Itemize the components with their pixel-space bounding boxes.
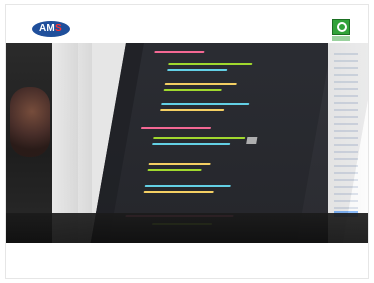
code-line (147, 169, 202, 171)
badge-base (332, 36, 350, 41)
code-line (164, 83, 237, 85)
code-line (168, 63, 253, 65)
video-person-blur (10, 87, 50, 157)
code-line (151, 143, 231, 145)
ams-logo-primary-text: AM (39, 23, 55, 34)
code-line (159, 109, 225, 111)
badge-icon (332, 19, 350, 35)
code-line (143, 191, 214, 193)
ams-logo-text: AMS (39, 23, 62, 34)
video-area[interactable] (6, 43, 368, 243)
ams-logo: AMS (32, 21, 70, 37)
video-bottom-dark-bar (6, 213, 368, 243)
header: AMS (6, 5, 368, 43)
code-line (153, 137, 246, 139)
right-logo (332, 19, 350, 41)
text-cursor (246, 137, 258, 144)
code-line (140, 127, 212, 129)
player-frame: AMS (5, 4, 369, 279)
ams-logo-accent-text: S (54, 23, 62, 34)
video-right-menu-lines (334, 53, 358, 213)
code-line (144, 185, 231, 187)
code-line (148, 163, 211, 165)
code-line (154, 51, 205, 53)
code-line (163, 89, 222, 91)
code-line (167, 69, 228, 71)
code-line (161, 103, 250, 105)
badge-circle (337, 22, 347, 32)
